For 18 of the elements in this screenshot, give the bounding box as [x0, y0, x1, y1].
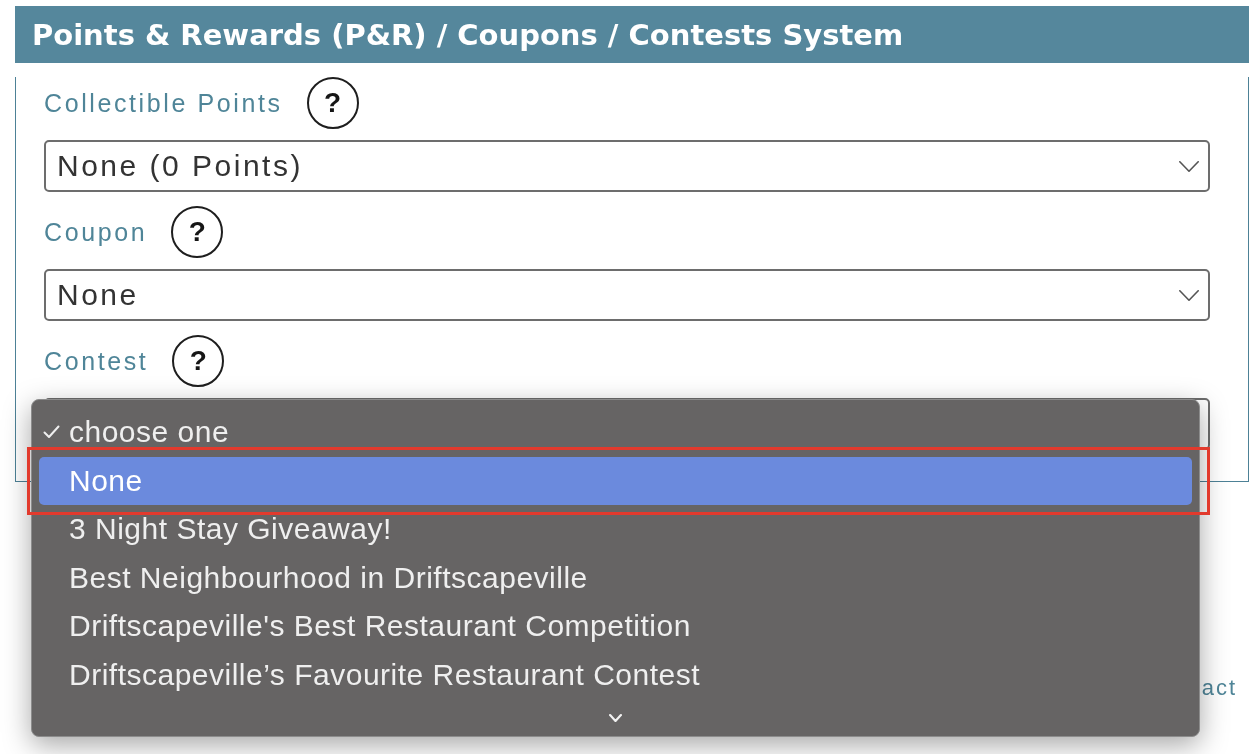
field-label: Coupon — [44, 217, 148, 247]
help-button[interactable]: ? — [171, 206, 224, 258]
chevron-down-icon — [1179, 160, 1199, 172]
menu-option[interactable]: 3 Night Stay Giveaway! — [39, 505, 1192, 554]
field-label: Contest — [44, 346, 149, 376]
menu-option[interactable]: Driftscapeville’s Favourite Restaurant Contest — [39, 650, 1192, 699]
menu-option[interactable]: Driftscapeville's Best Restaurant Competition — [39, 602, 1192, 651]
dropdown-field[interactable]: None (0 Points) — [44, 140, 1210, 192]
footer-link[interactable]: act — [1201, 675, 1237, 701]
chevron-down-icon — [609, 713, 622, 722]
field-label: Collectible Points — [44, 88, 283, 118]
menu-option[interactable]: choose one — [39, 408, 1192, 457]
menu-option[interactable]: Best Neighbourhood in Driftscapeville — [39, 553, 1192, 602]
chevron-down-icon — [1179, 289, 1199, 301]
dropdown-field[interactable]: None — [44, 269, 1210, 321]
help-button[interactable]: ? — [172, 335, 225, 387]
panel-title: Points & Rewards (P&R) / Coupons / Contests System — [32, 17, 904, 52]
help-button[interactable]: ? — [306, 77, 359, 129]
